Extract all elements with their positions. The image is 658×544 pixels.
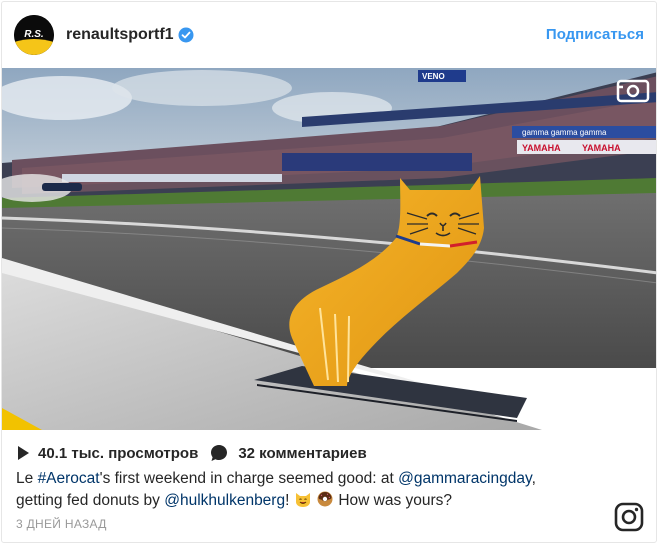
post-caption: Le #Aerocat's first weekend in charge se… (16, 468, 646, 512)
comments-count[interactable]: 32 комментариев (238, 445, 366, 462)
post-header: R.S. renaultsportf1 Подписаться (2, 2, 656, 68)
mention-link[interactable]: @hulkhulkenberg (164, 492, 285, 509)
play-icon (18, 446, 29, 460)
caption-text: getting fed donuts by (16, 492, 165, 509)
follow-button[interactable]: Подписаться (546, 26, 644, 43)
video-camera-icon (616, 79, 650, 103)
svg-text:YAMAHA: YAMAHA (522, 143, 561, 153)
caption-text: ! (285, 492, 294, 509)
svg-text:YAMAHA: YAMAHA (582, 143, 621, 153)
username[interactable]: renaultsportf1 (66, 26, 174, 44)
video-frame-image: YAMAHA YAMAHA gamma gamma gamma VENO (2, 68, 656, 430)
svg-text:VENO: VENO (422, 72, 445, 81)
smiling-cat-emoji-icon (295, 493, 310, 507)
stats-row: 40.1 тыс. просмотров 32 комментариев (16, 442, 367, 464)
instagram-logo-icon[interactable] (614, 502, 644, 532)
verified-badge-icon (178, 27, 194, 43)
instagram-embed-card: R.S. renaultsportf1 Подписаться YAMAHA Y… (1, 1, 657, 543)
donut-emoji-icon (317, 491, 333, 507)
views-count[interactable]: 40.1 тыс. просмотров (38, 445, 198, 462)
post-video[interactable]: YAMAHA YAMAHA gamma gamma gamma VENO (2, 68, 656, 430)
avatar-logo-text: R.S. (24, 29, 43, 40)
caption-text: Le (16, 470, 38, 487)
hashtag-link[interactable]: #Aerocat (38, 470, 100, 487)
caption-text: How was yours? (334, 492, 453, 509)
svg-text:gamma gamma gamma: gamma gamma gamma (522, 128, 607, 137)
avatar[interactable]: R.S. (14, 15, 54, 55)
caption-text: 's first weekend in charge seemed good: … (99, 470, 399, 487)
renault-sport-logo-icon: R.S. (14, 15, 54, 55)
caption-text: , (531, 470, 536, 487)
comment-bubble-icon (211, 445, 228, 461)
mention-link[interactable]: @gammaracingday (398, 470, 531, 487)
post-timestamp[interactable]: 3 ДНЕЙ НАЗАД (16, 517, 107, 531)
